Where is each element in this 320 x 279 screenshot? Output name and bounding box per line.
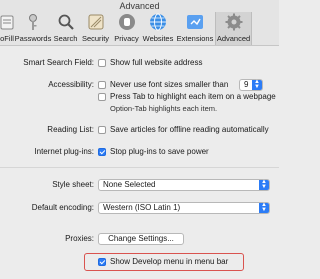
- develop-menu-checkbox[interactable]: [98, 258, 106, 266]
- chevron-updown-icon: ▲ ▼: [259, 202, 269, 213]
- tab-search[interactable]: Search: [52, 12, 79, 45]
- key-icon: [29, 14, 37, 30]
- reading-list-checkbox[interactable]: [98, 126, 106, 134]
- smart-search-checkbox[interactable]: [98, 59, 106, 67]
- globe-icon: [150, 13, 166, 31]
- change-settings-button[interactable]: Change Settings...: [98, 233, 184, 245]
- stylesheet-select[interactable]: None Selected ▲ ▼: [98, 179, 270, 191]
- plugins-checkbox[interactable]: [98, 148, 106, 156]
- tab-highlight-option: Press Tab to highlight each item on a we…: [110, 92, 276, 101]
- proxies-label: Proxies:: [65, 234, 94, 243]
- lock-icon: [88, 14, 103, 30]
- tab-extensions[interactable]: Extensions: [175, 12, 215, 45]
- divider: [0, 167, 279, 168]
- search-icon: [58, 14, 74, 30]
- tab-label: Passwords: [14, 34, 52, 43]
- puzzle-icon: [187, 15, 203, 29]
- tab-highlight-checkbox[interactable]: [98, 93, 106, 101]
- gear-icon: [225, 13, 242, 31]
- tab-passwords[interactable]: Passwords: [14, 12, 52, 45]
- window-title: Advanced: [119, 1, 160, 11]
- tab-label: Search: [53, 34, 78, 43]
- smart-search-option: Show full website address: [110, 58, 203, 67]
- tab-label: Websites: [142, 34, 174, 43]
- encoding-label: Default encoding:: [31, 203, 94, 212]
- develop-menu-option: Show Develop menu in menu bar: [110, 257, 229, 266]
- tab-label: Advanced: [216, 34, 251, 43]
- preferences-content: Smart Search Field: Show full website ad…: [0, 46, 279, 279]
- chevron-updown-icon: ▲ ▼: [252, 79, 262, 90]
- preferences-toolbar: oFill Passwords Search Security Privacy: [0, 12, 279, 46]
- encoding-select[interactable]: Western (ISO Latin 1) ▲ ▼: [98, 202, 270, 214]
- stylesheet-label: Style sheet:: [52, 180, 94, 189]
- reading-list-label: Reading List:: [47, 125, 94, 134]
- chevron-updown-icon: ▲ ▼: [259, 179, 269, 190]
- encoding-value: Western (ISO Latin 1): [103, 203, 181, 212]
- tab-privacy[interactable]: Privacy: [112, 12, 141, 45]
- plugins-option: Stop plug-ins to save power: [110, 147, 209, 156]
- tab-label: Extensions: [176, 34, 214, 43]
- tab-security[interactable]: Security: [79, 12, 112, 45]
- min-font-checkbox[interactable]: [98, 81, 106, 89]
- smart-search-label: Smart Search Field:: [23, 58, 94, 67]
- min-font-option: Never use font sizes smaller than: [110, 80, 229, 89]
- reading-list-option: Save articles for offline reading automa…: [110, 125, 269, 134]
- stylesheet-value: None Selected: [103, 180, 156, 189]
- tab-label: Security: [81, 34, 110, 43]
- min-font-size-select[interactable]: 9 ▲ ▼: [239, 79, 263, 91]
- tab-label: Privacy: [114, 34, 139, 43]
- hand-icon: [118, 14, 135, 30]
- tab-websites[interactable]: Websites: [141, 12, 175, 45]
- plugins-label: Internet plug-ins:: [34, 147, 94, 156]
- tab-highlight-note: Option-Tab highlights each item.: [110, 104, 218, 113]
- min-font-size-value: 9: [244, 80, 249, 89]
- accessibility-label: Accessibility:: [48, 80, 94, 89]
- tab-advanced[interactable]: Advanced: [215, 12, 252, 45]
